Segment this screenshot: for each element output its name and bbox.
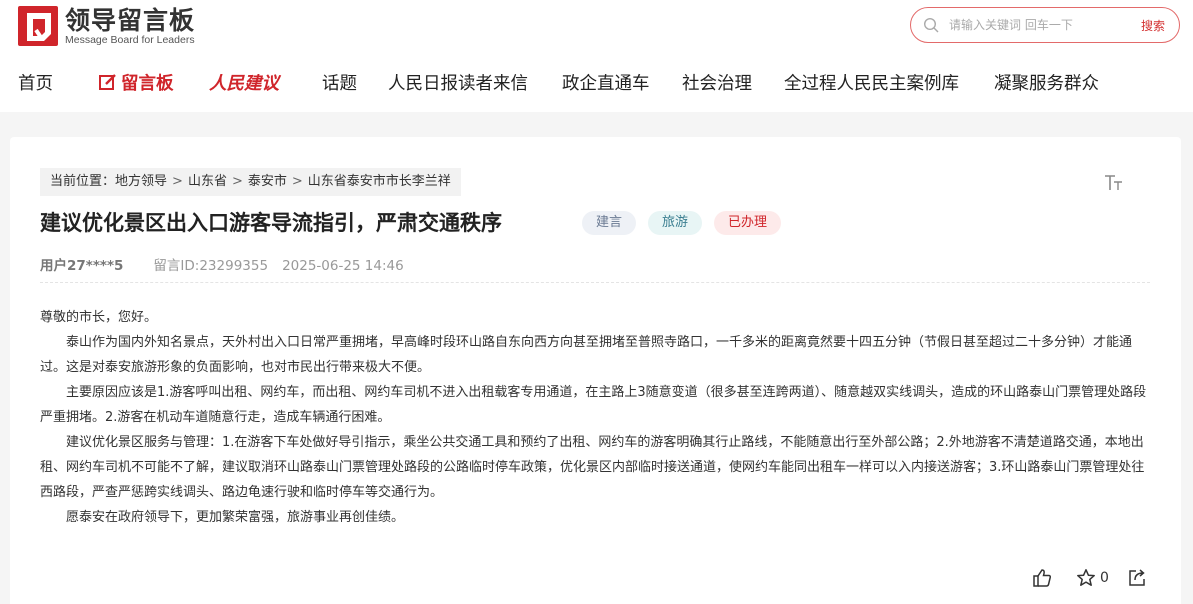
status-badge: 已办理: [714, 211, 782, 235]
search-button[interactable]: 搜索: [1141, 17, 1165, 34]
breadcrumb-separator: >: [172, 174, 183, 189]
thumbs-up-icon[interactable]: [1032, 568, 1052, 588]
breadcrumb-item[interactable]: 地方领导: [115, 174, 167, 189]
logo-mark-icon: [18, 6, 58, 46]
nav-item-message-board[interactable]: 留言板: [98, 68, 174, 100]
message-paragraph: 泰山作为国内外知名景点，天外村出入口日常严重拥堵，早高峰时段环山路自东向西方向甚…: [40, 335, 1133, 375]
nav-item-democracy-cases[interactable]: 全过程人民民主案例库: [784, 68, 959, 100]
breadcrumb-item[interactable]: 山东省泰安市市长李兰祥: [308, 174, 451, 189]
tag-tourism[interactable]: 旅游: [648, 211, 703, 235]
breadcrumb-separator: >: [231, 174, 243, 189]
breadcrumb-prefix: 当前位置：: [50, 174, 116, 189]
message-datetime: 2025-06-25 14:46: [282, 258, 404, 274]
logo-title: 领导留言板: [65, 6, 196, 35]
font-size-icon[interactable]: [1104, 174, 1124, 192]
search-icon: [923, 17, 939, 33]
message-paragraph: 主要原因应该是1.游客呼叫出租、网约车，而出租、网约车司机不进入出租载客专用通道…: [40, 385, 1147, 425]
logo-subtitle: Message Board for Leaders: [65, 34, 195, 46]
message-title: 建议优化景区出入口游客导流指引，严肃交通秩序: [40, 211, 502, 235]
nav-item-enterprise-express[interactable]: 政企直通车: [562, 68, 650, 100]
nav-item-social-governance[interactable]: 社会治理: [682, 68, 752, 100]
nav-item-message-board-label: 留言板: [121, 74, 174, 94]
message-id: 留言ID:23299355: [153, 258, 269, 274]
breadcrumb: 当前位置：地方领导 > 山东省 > 泰安市 > 山东省泰安市市长李兰祥: [40, 168, 461, 196]
divider: [40, 282, 1150, 283]
nav-item-home[interactable]: 首页: [18, 68, 53, 100]
breadcrumb-item[interactable]: 泰安市: [248, 174, 287, 189]
site-logo[interactable]: 领导留言板 Message Board for Leaders: [18, 6, 195, 46]
logo-text: 领导留言板 Message Board for Leaders: [65, 6, 195, 46]
star-icon[interactable]: [1076, 568, 1096, 588]
message-actions: 0: [1032, 568, 1147, 588]
share-icon[interactable]: [1127, 568, 1147, 588]
message-paragraph: 愿泰安在政府领导下，更加繁荣富强，旅游事业再创佳绩。: [66, 510, 405, 525]
edit-icon: [99, 74, 116, 90]
message-paragraph: 建议优化景区服务与管理：1.在游客下车处做好导引指示，乘坐公共交通工具和预约了出…: [40, 435, 1145, 500]
tag-suggestion[interactable]: 建言: [582, 211, 637, 235]
message-tags: 建言 旅游 已办理: [582, 211, 793, 235]
message-paragraph: 尊敬的市长，您好。: [40, 310, 158, 325]
nav-item-serve-masses[interactable]: 凝聚服务群众: [994, 68, 1099, 100]
search-input[interactable]: [949, 15, 1129, 35]
message-content: 尊敬的市长，您好。 泰山作为国内外知名景点，天外村出入口日常严重拥堵，早高峰时段…: [40, 305, 1152, 530]
message-card: 当前位置：地方领导 > 山东省 > 泰安市 > 山东省泰安市市长李兰祥 建议优化景区出入口游…: [10, 137, 1181, 604]
nav-item-readers-letters[interactable]: 人民日报读者来信: [388, 68, 528, 100]
message-meta: 用户27****5 留言ID:23299355 2025-06-25 14:46: [40, 254, 404, 274]
breadcrumb-item[interactable]: 山东省: [188, 174, 227, 189]
message-user: 用户27****5: [40, 258, 124, 274]
breadcrumb-separator: >: [291, 174, 303, 189]
nav-item-topics[interactable]: 话题: [322, 68, 357, 100]
search-box: 搜索: [910, 7, 1180, 43]
site-header: 领导留言板 Message Board for Leaders 搜索 首页 留言…: [0, 0, 1193, 112]
main-nav: 首页 留言板 人民建议 话题 人民日报读者来信 政企直通车 社会治理 全过程人民…: [0, 68, 1193, 100]
favorite-count: 0: [1100, 570, 1109, 586]
nav-item-people-suggestion[interactable]: 人民建议: [209, 68, 279, 100]
